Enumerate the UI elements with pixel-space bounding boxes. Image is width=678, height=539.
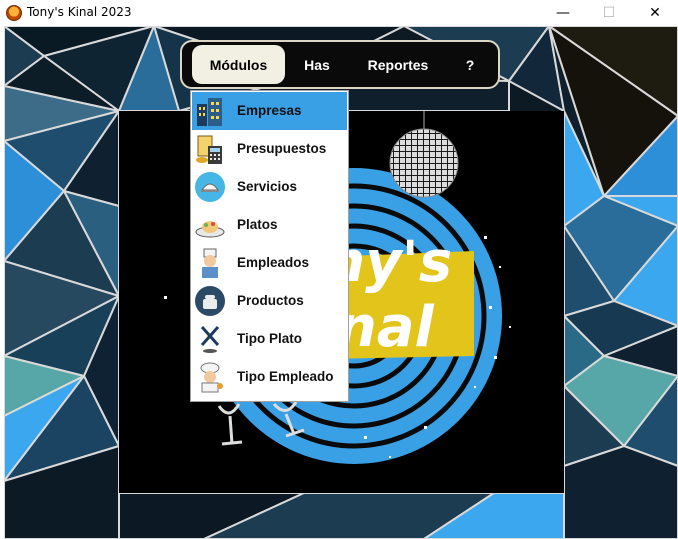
buildings-icon	[197, 98, 222, 126]
close-button[interactable]: ✕	[632, 0, 678, 26]
main-content: Tony's Kinal Módulos Has Reportes ? Empr…	[4, 26, 678, 539]
menu-item-tipo-plato[interactable]: Tipo Plato	[192, 320, 347, 358]
top-nav-bar: Módulos Has Reportes ?	[180, 40, 500, 89]
menu-item-productos[interactable]: Productos	[192, 282, 347, 320]
nav-modulos[interactable]: Módulos	[192, 45, 285, 84]
menu-item-label: Platos	[237, 217, 278, 232]
modulos-dropdown-menu: Empresas Presupuestos Servicios Platos E…	[190, 90, 349, 402]
menu-item-empleados[interactable]: Empleados	[192, 244, 347, 282]
menu-item-label: Servicios	[237, 179, 298, 194]
menu-item-label: Empresas	[237, 103, 302, 118]
chef-employee-icon	[202, 248, 218, 278]
app-logo-icon	[6, 5, 22, 21]
maximize-button[interactable]: ☐	[586, 0, 632, 26]
product-pot-icon	[195, 286, 225, 316]
menu-item-empresas[interactable]: Empresas	[192, 92, 347, 130]
fork-knife-icon	[200, 326, 220, 353]
service-cloche-icon	[195, 172, 225, 202]
menu-item-label: Tipo Plato	[237, 331, 303, 346]
nav-has[interactable]: Has	[290, 45, 344, 84]
nav-help[interactable]: ?	[450, 45, 490, 84]
nav-reportes[interactable]: Reportes	[352, 45, 444, 84]
menu-item-presupuestos[interactable]: Presupuestos	[192, 130, 347, 168]
chef-type-icon	[200, 362, 223, 393]
menu-item-label: Presupuestos	[237, 141, 327, 156]
minimize-button[interactable]: —	[540, 0, 586, 26]
menu-item-label: Tipo Empleado	[237, 369, 334, 384]
window-title: Tony's Kinal 2023	[27, 5, 132, 19]
title-bar: Tony's Kinal 2023 — ☐ ✕	[0, 0, 678, 26]
menu-item-servicios[interactable]: Servicios	[192, 168, 347, 206]
menu-item-platos[interactable]: Platos	[192, 206, 347, 244]
menu-item-label: Empleados	[237, 255, 310, 270]
budget-calculator-icon	[196, 135, 222, 164]
menu-item-tipo-empleado[interactable]: Tipo Empleado	[192, 358, 347, 396]
menu-item-label: Productos	[237, 293, 304, 308]
food-plate-icon	[195, 221, 225, 238]
disco-ball-icon	[389, 128, 459, 198]
